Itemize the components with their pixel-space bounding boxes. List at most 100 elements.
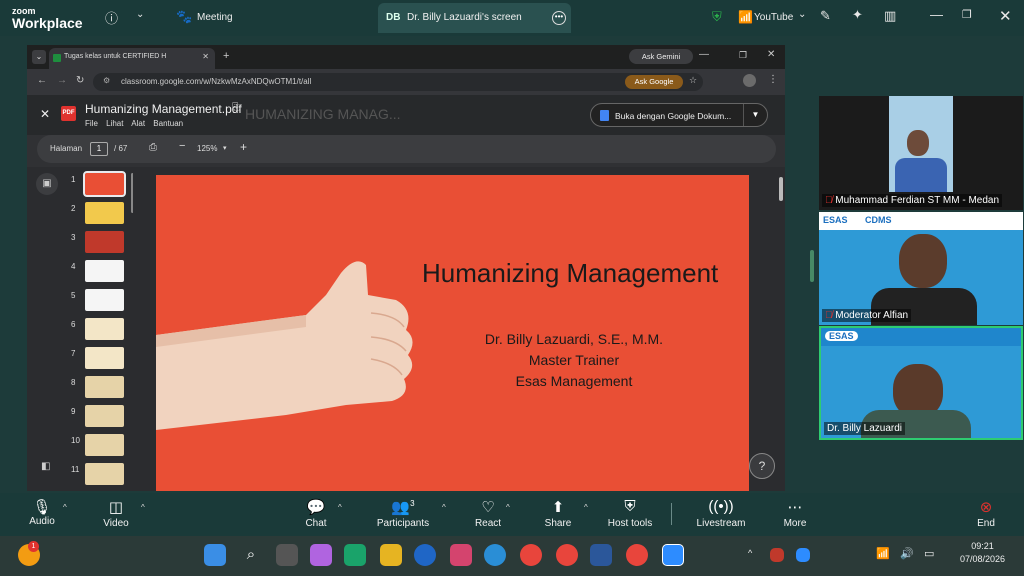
end-button[interactable]: ⊗ End <box>970 493 1002 536</box>
participants-options-caret-icon[interactable]: ^ <box>442 503 446 512</box>
video-button[interactable]: ◫ Video <box>98 493 134 536</box>
zoom-in-icon[interactable]: + <box>240 140 247 154</box>
youtube-label[interactable]: YouTube <box>754 12 793 23</box>
audio-options-caret-icon[interactable]: ^ <box>63 503 67 512</box>
pen-icon[interactable]: ✎ <box>820 8 831 24</box>
minimize-icon[interactable]: — <box>699 49 709 60</box>
video-tile-participant-2[interactable]: ESAS CDMS 🎙̸ Moderator Alfian <box>819 212 1023 325</box>
ask-google-button[interactable]: Ask Google <box>625 75 683 89</box>
react-options-caret-icon[interactable]: ^ <box>506 503 510 512</box>
file-explorer-icon[interactable] <box>380 544 402 566</box>
audio-button[interactable]: 🎙 Audio <box>22 493 62 536</box>
close-tab-icon[interactable]: ✕ <box>202 52 209 61</box>
edge-icon[interactable] <box>344 544 366 566</box>
word-icon[interactable] <box>590 544 612 566</box>
more-dots-icon[interactable]: ••• <box>552 11 566 25</box>
participants-button[interactable]: 👥3 Participants <box>372 493 434 536</box>
zoom-out-icon[interactable]: − <box>179 140 185 152</box>
share-screen-tab[interactable]: DB Dr. Billy Lazuardi's screen ••• <box>378 3 571 33</box>
page-thumbnail[interactable] <box>85 376 124 398</box>
close-icon[interactable]: ✕ <box>767 49 775 60</box>
minimize-icon[interactable]: — <box>930 7 943 22</box>
chat-button[interactable]: 💬 Chat <box>298 493 334 536</box>
page-thumbnail[interactable] <box>85 260 124 282</box>
page-thumbnail[interactable] <box>83 171 126 197</box>
shield-check-icon[interactable]: ⛨ <box>712 9 722 25</box>
page-thumbnail[interactable] <box>85 463 124 485</box>
copilot-icon[interactable] <box>310 544 332 566</box>
site-info-icon[interactable]: ⚙ <box>103 76 110 85</box>
host-tools-button[interactable]: ⛨ Host tools <box>604 493 656 536</box>
chevron-down-icon[interactable]: ⌄ <box>136 9 144 20</box>
open-with-docs-button[interactable]: Buka dengan Google Dokum... ▼ <box>590 103 768 127</box>
new-tab-icon[interactable]: + <box>223 50 229 62</box>
reload-icon[interactable]: ↻ <box>76 75 84 86</box>
react-button[interactable]: ♡ React <box>470 493 506 536</box>
page-thumbnail[interactable] <box>85 231 124 253</box>
chrome-alt-icon[interactable] <box>626 544 648 566</box>
image-icon[interactable]: ▣ <box>36 173 58 195</box>
sparkle-icon[interactable]: ✦ <box>852 7 863 23</box>
menu-view[interactable]: Lihat <box>106 119 123 128</box>
search-icon[interactable]: ⌕ <box>240 544 262 566</box>
help-icon[interactable] <box>484 544 506 566</box>
tray-zoom-icon[interactable] <box>796 548 810 562</box>
dropdown-arrow-icon[interactable]: ▼ <box>743 104 767 126</box>
restore-icon[interactable]: ❐ <box>962 8 972 21</box>
task-view-icon[interactable] <box>276 544 298 566</box>
share-options-caret-icon[interactable]: ^ <box>584 503 588 512</box>
forward-icon[interactable]: → <box>57 75 67 86</box>
back-icon[interactable]: ← <box>37 75 47 86</box>
page-scrollbar[interactable] <box>779 177 783 201</box>
menu-help[interactable]: Bantuan <box>153 119 183 128</box>
tray-app-icon[interactable] <box>770 548 784 562</box>
video-tile-participant-1[interactable]: 🎙̸ Muhammad Ferdian ST MM - Medan <box>819 96 1023 210</box>
menu-dots-icon[interactable]: ⋮ <box>768 74 778 85</box>
profile-avatar[interactable] <box>743 74 756 87</box>
page-thumbnail[interactable] <box>85 318 124 340</box>
zoom-dropdown-icon[interactable]: ▾ <box>223 144 227 152</box>
tray-chevron-icon[interactable]: ^ <box>748 548 752 558</box>
chrome-profile-icon[interactable] <box>556 544 578 566</box>
panel-resize-handle[interactable] <box>810 250 814 282</box>
url-field[interactable]: ⚙ classroom.google.com/w/NzkwMzAxNDQwOTM… <box>93 73 703 91</box>
close-icon[interactable]: ✕ <box>999 7 1012 25</box>
close-viewer-icon[interactable]: ✕ <box>40 107 50 121</box>
more-button[interactable]: ⋯ More <box>778 493 812 536</box>
page-thumbnail[interactable] <box>85 434 124 456</box>
sidebar-toggle-icon[interactable]: ◧ <box>41 461 50 472</box>
system-clock[interactable]: 09:21 07/08/2026 <box>960 540 1005 566</box>
folder-icon[interactable]: ⎘ <box>232 102 240 113</box>
page-thumbnail[interactable] <box>85 405 124 427</box>
tab-search-icon[interactable]: ⌄ <box>32 50 46 64</box>
bookmark-star-icon[interactable]: ☆ <box>689 75 697 86</box>
print-icon[interactable]: ⎙ <box>149 142 157 153</box>
video-tile-participant-3-active[interactable]: ESAS Dr. Billy Lazuardi <box>819 326 1023 440</box>
layout-icon[interactable]: ▥ <box>884 8 896 24</box>
menu-tools[interactable]: Alat <box>131 119 145 128</box>
volume-icon[interactable]: 🔊 <box>900 547 914 560</box>
restore-icon[interactable]: ❐ <box>739 50 747 61</box>
help-button[interactable]: ? <box>749 453 775 479</box>
windows-start-icon[interactable] <box>204 544 226 566</box>
livestream-button[interactable]: ((•)) Livestream <box>694 493 748 536</box>
share-button[interactable]: ⬆ Share <box>540 493 576 536</box>
page-thumbnail[interactable] <box>85 202 124 224</box>
hp-icon[interactable] <box>414 544 436 566</box>
battery-icon[interactable]: ▭ <box>924 547 934 560</box>
ask-gemini-button[interactable]: Ask Gemini <box>629 49 693 64</box>
chevron-down-icon[interactable]: ⌄ <box>798 9 806 20</box>
meeting-label[interactable]: Meeting <box>197 12 233 23</box>
zoom-level[interactable]: 125% <box>197 144 217 153</box>
zoom-app-icon[interactable] <box>662 544 684 566</box>
chat-options-caret-icon[interactable]: ^ <box>338 503 342 512</box>
page-thumbnail[interactable] <box>85 289 124 311</box>
menu-file[interactable]: File <box>85 119 98 128</box>
page-thumbnail[interactable] <box>85 347 124 369</box>
instagram-icon[interactable] <box>450 544 472 566</box>
wifi-icon[interactable]: 📶 <box>876 547 890 560</box>
video-options-caret-icon[interactable]: ^ <box>141 503 145 512</box>
browser-tab[interactable]: Tugas kelas untuk CERTIFIED H ✕ <box>49 48 215 69</box>
page-number-input[interactable]: 1 <box>90 142 108 156</box>
chrome-icon[interactable] <box>520 544 542 566</box>
